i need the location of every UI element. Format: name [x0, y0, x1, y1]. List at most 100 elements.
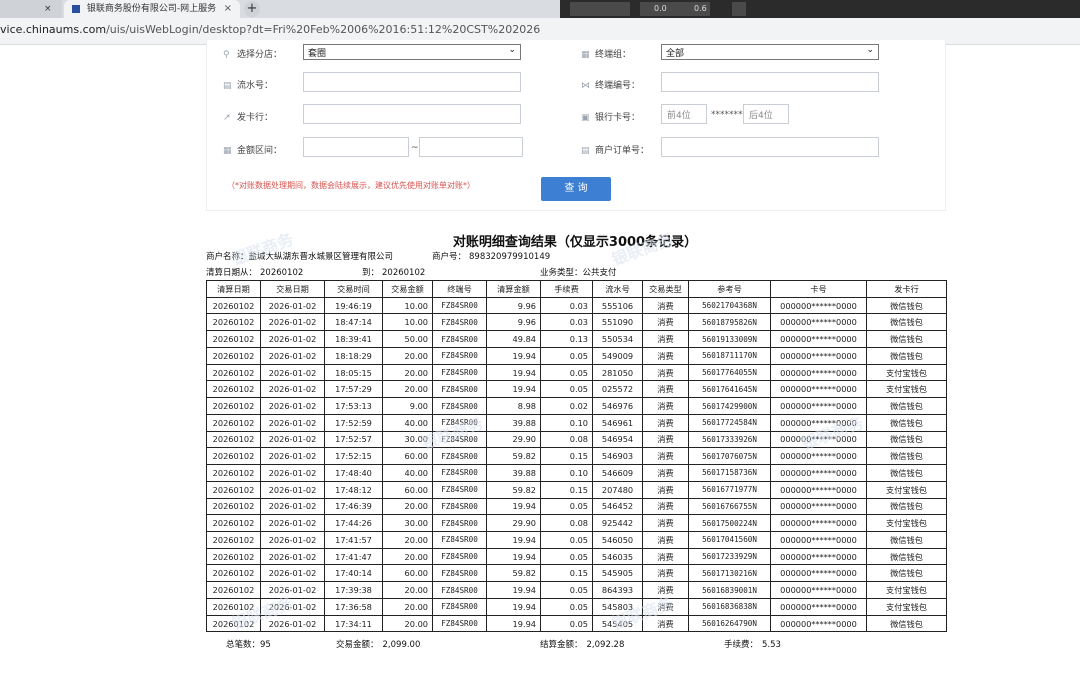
table-cell: 0.05 [540, 363, 593, 382]
table-cell: 微信钱包 [866, 614, 947, 633]
table-cell: 消费 [642, 380, 689, 399]
table-cell: FZ84SR00 [432, 581, 487, 599]
table-cell: 微信钱包 [866, 313, 947, 332]
table-cell: 56017724584N [688, 413, 771, 432]
table-row: 20260102 2026-01-02 17:41:57 20.00 FZ84SR00 1… [206, 531, 947, 549]
table-cell: 20260102 [206, 564, 261, 583]
amount-range-label: ▦ 金额区间： [223, 146, 283, 156]
table-cell: 消费 [642, 346, 689, 365]
table-cell: 2026-01-02 [260, 380, 325, 399]
table-cell: 0.10 [540, 464, 593, 482]
column-header: 交易类型 [642, 280, 689, 298]
table-cell: 17:48:40 [324, 464, 383, 482]
table-cell: 000000******0000 [770, 296, 867, 315]
table-cell: 2026-01-02 [260, 447, 325, 466]
table-cell: 微信钱包 [866, 430, 947, 449]
table-cell: 20260102 [206, 430, 261, 449]
order-no-input[interactable] [661, 137, 879, 157]
table-cell: 59.82 [486, 564, 541, 583]
table-cell: 微信钱包 [866, 547, 947, 566]
table-cell: 000000******0000 [770, 464, 867, 482]
table-cell: 消费 [642, 397, 689, 415]
table-row: 20260102 2026-01-02 17:44:26 30.00 FZ84SR00 2… [206, 514, 947, 533]
table-cell: 17:41:57 [324, 531, 383, 549]
table-cell: 56018795826N [688, 313, 771, 332]
column-header: 参考号 [688, 280, 771, 298]
branch-select[interactable]: 套圈 ⌄ [303, 44, 521, 60]
table-cell: 0.02 [540, 397, 593, 415]
table-cell: 56017764055N [688, 363, 771, 382]
table-cell: 微信钱包 [866, 397, 947, 415]
new-tab-button[interactable]: + [244, 1, 260, 17]
table-row: 20260102 2026-01-02 17:36:58 20.00 FZ84SR00 1… [206, 597, 947, 616]
table-cell: 000000******0000 [770, 581, 867, 599]
table-cell: 2026-01-02 [260, 531, 325, 549]
table-cell: FZ84SR00 [432, 296, 487, 315]
table-cell: 546961 [592, 413, 643, 432]
table-cell: 消费 [642, 464, 689, 482]
tab-close-icon[interactable]: × [224, 0, 232, 18]
amount-max-input[interactable] [419, 137, 523, 157]
table-cell: 2026-01-02 [260, 363, 325, 382]
table-row: 20260102 2026-01-02 17:52:59 40.00 FZ84SR00 3… [206, 413, 947, 432]
table-cell: 20260102 [206, 514, 261, 533]
table-cell: 0.05 [540, 531, 593, 549]
table-cell: 20260102 [206, 330, 261, 348]
list-icon: ▤ [223, 81, 232, 91]
table-cell: 微信钱包 [866, 447, 947, 466]
amount-min-input[interactable] [303, 137, 409, 157]
table-cell: FZ84SR00 [432, 363, 487, 382]
table-cell: 消费 [642, 363, 689, 382]
table-cell: 19.94 [486, 346, 541, 365]
terminal-group-select[interactable]: 全部 ⌄ [661, 44, 879, 60]
table-cell: 2026-01-02 [260, 346, 325, 365]
card-first4-input[interactable]: 前4位 [661, 104, 707, 124]
query-button[interactable]: 查 询 [541, 177, 611, 201]
card-last4-input[interactable]: 后4位 [743, 104, 789, 124]
table-cell: 2026-01-02 [260, 330, 325, 348]
table-cell: 000000******0000 [770, 547, 867, 566]
table-cell: 17:41:47 [324, 547, 383, 566]
table-cell: 17:40:14 [324, 564, 383, 583]
table-cell: 000000******0000 [770, 447, 867, 466]
table-cell: 20260102 [206, 380, 261, 399]
url-text[interactable]: vice.chinaums.com/uis/uisWebLogin/deskto… [0, 23, 540, 36]
chevron-down-icon: ⌄ [508, 45, 516, 55]
table-cell: 10.00 [382, 296, 433, 315]
table-row: 20260102 2026-01-02 17:53:13 9.00 FZ84SR00 8.… [206, 397, 947, 415]
table-cell: FZ84SR00 [432, 464, 487, 482]
serial-no-input[interactable] [303, 72, 521, 92]
table-cell: 56016766755N [688, 497, 771, 516]
table-cell: 2026-01-02 [260, 597, 325, 616]
table-cell: 56017158736N [688, 464, 771, 482]
table-cell: 0.15 [540, 480, 593, 499]
terminal-no-input[interactable] [661, 72, 879, 92]
browser-tab-active[interactable]: 银联商务股份有限公司-网上服务 × [64, 0, 240, 18]
table-cell: 消费 [642, 296, 689, 315]
chevron-down-icon: ⌄ [866, 45, 874, 55]
table-cell: 20260102 [206, 413, 261, 432]
table-cell: 20260102 [206, 547, 261, 566]
table-cell: 支付宝钱包 [866, 514, 947, 533]
table-cell: 0.05 [540, 346, 593, 365]
table-cell: 20.00 [382, 614, 433, 633]
table-cell: 消费 [642, 480, 689, 499]
table-cell: 支付宝钱包 [866, 363, 947, 382]
browser-tab-bar: × 银联商务股份有限公司-网上服务 × + 0.0 0.6 [0, 0, 1080, 18]
column-header: 手续费 [540, 280, 593, 298]
table-cell: 消费 [642, 313, 689, 332]
table-cell: 20260102 [206, 497, 261, 516]
tab-close-icon[interactable]: × [44, 0, 52, 18]
browser-tab-previous[interactable]: × [0, 0, 62, 18]
column-header: 卡号 [770, 280, 867, 298]
table-row: 20260102 2026-01-02 17:34:11 20.00 FZ84SR00 1… [206, 614, 947, 633]
issuer-input[interactable] [303, 104, 521, 124]
table-cell: FZ84SR00 [432, 531, 487, 549]
table-cell: 56017041560N [688, 531, 771, 549]
table-cell: 20.00 [382, 380, 433, 399]
merchant-no: 商户号： 898320979910149 [432, 252, 551, 262]
table-cell: 2026-01-02 [260, 581, 325, 599]
table-cell: 550534 [592, 330, 643, 348]
table-cell: 0.05 [540, 581, 593, 599]
table-cell: 微信钱包 [866, 296, 947, 315]
